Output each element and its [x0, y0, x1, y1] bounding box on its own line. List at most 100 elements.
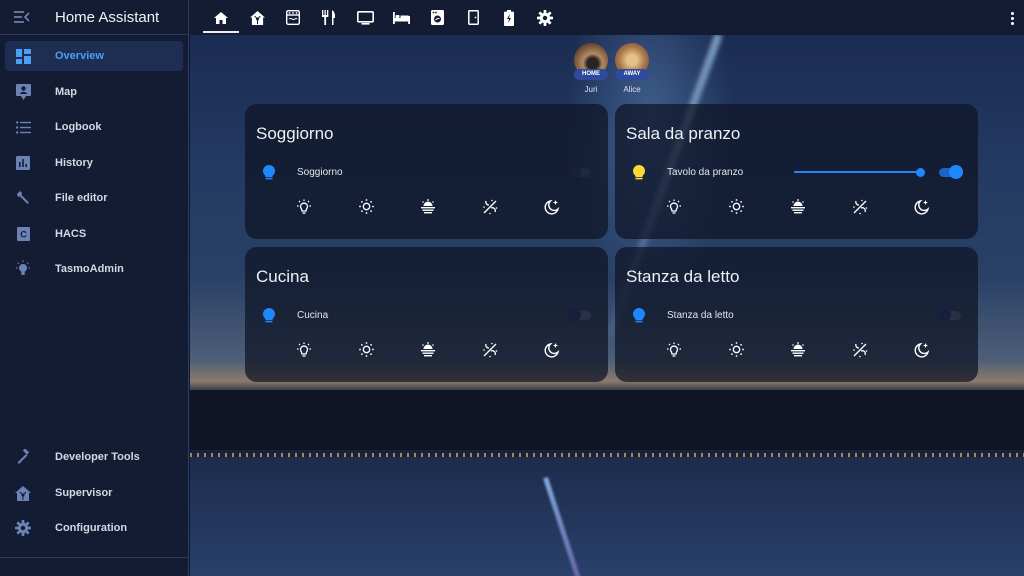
scene-button[interactable]	[294, 199, 314, 219]
sidebar-item-label: History	[55, 157, 93, 169]
scene-buttons	[245, 199, 608, 219]
room-card-cucina: Cucina Cucina	[245, 247, 608, 382]
sidebar-item-history[interactable]: History	[5, 148, 183, 178]
chart-box-icon	[5, 156, 41, 170]
sidebar-item-developer-tools[interactable]: Developer Tools	[5, 442, 183, 472]
person-badge-alice[interactable]: AWAY Alice	[612, 43, 652, 94]
scene-button[interactable]	[726, 199, 746, 219]
sidebar-item-hacs[interactable]: C HACS	[5, 219, 183, 249]
scene-button[interactable]	[912, 342, 932, 362]
sunset-icon	[420, 342, 436, 362]
scene-button[interactable]	[788, 342, 808, 362]
entity-name[interactable]: Tavolo da pranzo	[667, 167, 743, 178]
scene-button[interactable]	[664, 342, 684, 362]
tab-kitchen[interactable]	[275, 0, 311, 35]
entity-name[interactable]: Soggiorno	[297, 167, 343, 178]
scene-button[interactable]	[542, 199, 562, 219]
cog-icon	[537, 9, 553, 26]
room-title: Sala da pranzo	[626, 124, 741, 143]
scene-button[interactable]	[788, 199, 808, 219]
bed-icon	[392, 11, 410, 24]
bright-icon	[666, 342, 682, 363]
menu-collapse-icon	[14, 11, 30, 23]
sunset-icon	[790, 199, 806, 219]
scene-button[interactable]	[294, 342, 314, 362]
night-icon	[914, 342, 930, 363]
light-toggle[interactable]	[937, 165, 963, 179]
scene-button[interactable]	[542, 342, 562, 362]
brightness-slider[interactable]	[794, 168, 925, 177]
silverware-icon	[322, 10, 336, 25]
light-toggle[interactable]	[567, 308, 593, 322]
tab-entrance[interactable]	[455, 0, 491, 35]
toggle-knob	[949, 165, 963, 179]
home-assistant-icon	[5, 485, 41, 501]
tab-energy[interactable]	[491, 0, 527, 35]
scene-button[interactable]	[850, 342, 870, 362]
hammer-icon	[5, 449, 41, 465]
tab-home-assistant[interactable]	[239, 0, 275, 35]
scene-button[interactable]	[480, 342, 500, 362]
bright-icon	[296, 199, 312, 220]
scene-button[interactable]	[850, 199, 870, 219]
room-card-soggiorno: Soggiorno Soggiorno	[245, 104, 608, 239]
sidebar-item-label: Logbook	[55, 121, 102, 133]
menu-collapse-button[interactable]	[0, 0, 44, 35]
sidebar-item-label: Overview	[55, 50, 104, 62]
sun-icon	[358, 199, 374, 219]
scene-button[interactable]	[726, 342, 746, 362]
night-icon	[544, 342, 560, 363]
dot	[1010, 21, 1014, 25]
scene-button[interactable]	[912, 199, 932, 219]
lightbulb-icon[interactable]	[633, 308, 645, 328]
sidebar-item-tasmoadmin[interactable]: TasmoAdmin	[5, 254, 183, 284]
sidebar-item-label: Map	[55, 86, 77, 98]
tab-laundry[interactable]	[419, 0, 455, 35]
entity-name[interactable]: Cucina	[297, 310, 328, 321]
more-options-button[interactable]	[1005, 8, 1019, 28]
room-title: Cucina	[256, 267, 309, 286]
light-entity-row: Cucina	[245, 305, 608, 325]
tab-home[interactable]	[203, 0, 239, 35]
sidebar-item-logbook[interactable]: Logbook	[5, 112, 183, 142]
scene-buttons	[245, 342, 608, 362]
tab-dining[interactable]	[311, 0, 347, 35]
night-icon	[544, 199, 560, 220]
toggle-knob	[937, 308, 951, 322]
scene-button[interactable]	[356, 342, 376, 362]
dim-icon	[482, 199, 498, 220]
scene-button[interactable]	[418, 199, 438, 219]
sidebar-item-configuration[interactable]: Configuration	[5, 513, 183, 543]
tab-living-room[interactable]	[347, 0, 383, 35]
view-dashboard-icon	[5, 48, 41, 64]
scene-button[interactable]	[480, 199, 500, 219]
map-account-icon	[5, 84, 41, 100]
sidebar-item-overview[interactable]: Overview	[5, 41, 183, 71]
svg-text:C: C	[20, 230, 27, 240]
person-name: Alice	[623, 85, 641, 94]
entity-name[interactable]: Stanza da letto	[667, 310, 734, 321]
lightbulb-icon[interactable]	[263, 308, 275, 328]
scene-buttons	[615, 342, 978, 362]
tab-settings[interactable]	[527, 0, 563, 35]
light-toggle[interactable]	[567, 165, 593, 179]
home-icon	[214, 11, 228, 24]
person-name: Juri	[584, 85, 598, 94]
light-entity-row: Tavolo da pranzo	[615, 162, 978, 182]
wrench-icon	[5, 190, 41, 206]
scene-button[interactable]	[418, 342, 438, 362]
sidebar-item-file-editor[interactable]: File editor	[5, 183, 183, 213]
person-badge-juri[interactable]: HOME Juri	[571, 43, 611, 94]
scene-button[interactable]	[664, 199, 684, 219]
lightbulb-icon[interactable]	[633, 165, 645, 185]
slider-thumb[interactable]	[916, 168, 925, 177]
night-icon	[914, 199, 930, 220]
tab-bedroom[interactable]	[383, 0, 419, 35]
sidebar-item-map[interactable]: Map	[5, 77, 183, 107]
lightbulb-icon[interactable]	[263, 165, 275, 185]
room-card-stanza-da-letto: Stanza da letto Stanza da letto	[615, 247, 978, 382]
light-toggle[interactable]	[937, 308, 963, 322]
cog-icon	[5, 520, 41, 536]
scene-button[interactable]	[356, 199, 376, 219]
sidebar-item-supervisor[interactable]: Supervisor	[5, 478, 183, 508]
